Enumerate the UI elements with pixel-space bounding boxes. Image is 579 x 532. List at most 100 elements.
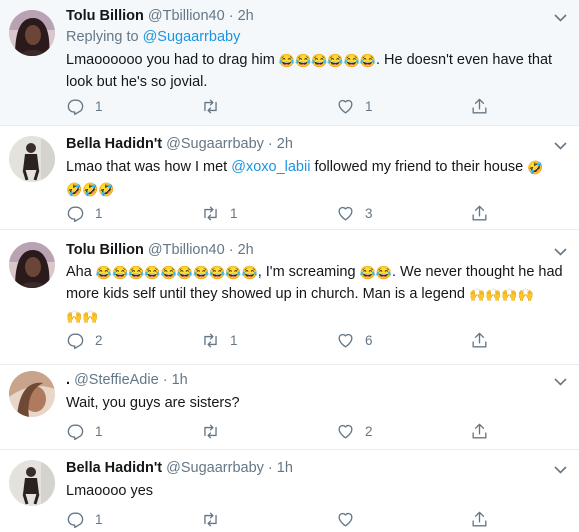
reply-button[interactable]: 1 xyxy=(66,96,103,116)
tweet-actions: 1 2 xyxy=(66,421,566,441)
avatar-tolu[interactable] xyxy=(9,10,55,56)
chevron-down-icon[interactable] xyxy=(554,378,567,386)
reply-icon xyxy=(67,205,84,222)
reply-count: 1 xyxy=(95,511,103,527)
reply-icon xyxy=(67,98,84,115)
reply-button[interactable]: 1 xyxy=(66,421,103,441)
emoji-raising-hands: 🙌🙌 xyxy=(66,309,99,324)
author-name[interactable]: Tolu Billion xyxy=(66,8,144,24)
share-button[interactable] xyxy=(470,203,489,223)
retweet-icon xyxy=(204,98,217,114)
like-button[interactable] xyxy=(336,509,365,529)
emoji-rofl: 🤣🤣🤣 xyxy=(66,182,115,197)
retweet-count: 1 xyxy=(230,205,238,221)
share-icon xyxy=(472,98,487,114)
avatar-bella[interactable] xyxy=(9,460,55,506)
share-icon xyxy=(472,423,487,439)
author-name[interactable]: Bella Hadidn't xyxy=(66,136,162,152)
chevron-down-icon[interactable] xyxy=(554,248,567,256)
reply-icon xyxy=(67,423,84,440)
avatar-bella[interactable] xyxy=(9,136,55,182)
tweet-2[interactable]: Bella Hadidn't @Sugaarrbaby · 2h Lmao th… xyxy=(0,126,579,230)
timestamp[interactable]: 1h xyxy=(172,372,188,388)
tweet-actions: 1 1 xyxy=(66,96,566,116)
like-button[interactable]: 6 xyxy=(336,330,373,350)
heart-icon xyxy=(338,333,353,348)
reply-count: 1 xyxy=(95,423,103,439)
mention-link[interactable]: @xoxo_labii xyxy=(231,159,310,175)
emoji-face-tears-of-joy: 😂😂😂😂😂😂😂😂😂😂 xyxy=(95,265,258,280)
like-count: 6 xyxy=(365,332,373,348)
share-button[interactable] xyxy=(470,330,489,350)
text-segment: Lmaoooooo you had to drag him xyxy=(66,52,275,68)
chevron-down-icon[interactable] xyxy=(554,466,567,474)
like-button[interactable]: 3 xyxy=(336,203,373,223)
author-name[interactable]: . xyxy=(66,372,70,388)
separator-dot: · xyxy=(228,8,234,24)
avatar-steffie[interactable] xyxy=(9,371,55,417)
author-handle[interactable]: @SteffieAdie xyxy=(74,372,159,388)
retweet-button[interactable]: 1 xyxy=(201,203,238,223)
author-handle[interactable]: @Sugaarrbaby xyxy=(166,136,264,152)
author-handle[interactable]: @Sugaarrbaby xyxy=(166,460,264,476)
text-segment: Lmao that was how I met xyxy=(66,159,228,175)
tweet-text: Lmaoooo yes xyxy=(66,480,571,502)
author-handle[interactable]: @Tbillion40 xyxy=(148,8,225,24)
retweet-icon xyxy=(204,205,217,221)
tweet-text: Aha 😂😂😂😂😂😂😂😂😂😂, I'm screaming 😂😂. We nev… xyxy=(66,261,571,327)
heart-icon xyxy=(338,99,353,114)
text-segment: , I'm screaming xyxy=(257,264,356,280)
chevron-down-icon[interactable] xyxy=(554,14,567,22)
heart-icon xyxy=(338,424,353,439)
retweet-icon xyxy=(204,332,217,348)
timestamp[interactable]: 2h xyxy=(277,136,293,152)
timestamp[interactable]: 2h xyxy=(238,242,254,258)
share-icon xyxy=(472,205,487,221)
tweet-1[interactable]: Tolu Billion @Tbillion40 · 2h Replying t… xyxy=(0,0,579,126)
share-button[interactable] xyxy=(470,509,489,529)
share-button[interactable] xyxy=(470,421,489,441)
separator-dot: · xyxy=(228,242,234,258)
tweet-3[interactable]: Tolu Billion @Tbillion40 · 2h Aha 😂😂😂😂😂😂… xyxy=(0,230,579,365)
chevron-down-icon[interactable] xyxy=(554,142,567,150)
author-handle[interactable]: @Tbillion40 xyxy=(148,242,225,258)
tweet-5[interactable]: Bella Hadidn't @Sugaarrbaby · 1h Lmaoooo… xyxy=(0,450,579,532)
tweet-text: Wait, you guys are sisters? xyxy=(66,392,571,414)
timestamp[interactable]: 2h xyxy=(238,8,254,24)
share-icon xyxy=(472,332,487,348)
retweet-button[interactable]: 1 xyxy=(201,330,238,350)
like-button[interactable]: 2 xyxy=(336,421,373,441)
reply-button[interactable]: 1 xyxy=(66,509,103,529)
text-segment: Aha xyxy=(66,264,92,280)
share-button[interactable] xyxy=(470,96,489,116)
retweet-button[interactable] xyxy=(201,509,230,529)
share-icon xyxy=(472,511,487,527)
heart-icon xyxy=(338,512,353,527)
author-name[interactable]: Bella Hadidn't xyxy=(66,460,162,476)
heart-icon xyxy=(338,206,353,221)
retweet-button[interactable] xyxy=(201,421,230,441)
reply-count: 1 xyxy=(95,98,103,114)
separator-dot: · xyxy=(162,372,168,388)
reply-icon xyxy=(67,511,84,528)
replying-to-handle[interactable]: @Sugaarrbaby xyxy=(143,29,241,45)
avatar-tolu[interactable] xyxy=(9,242,55,288)
reply-button[interactable]: 1 xyxy=(66,203,103,223)
author-name[interactable]: Tolu Billion xyxy=(66,242,144,258)
text-segment: followed my friend to their house xyxy=(314,159,524,175)
retweet-button[interactable] xyxy=(201,96,230,116)
like-button[interactable]: 1 xyxy=(336,96,373,116)
tweet-actions: 1 xyxy=(66,509,566,529)
text-segment: Wait, you guys are sisters? xyxy=(66,395,240,411)
retweet-count: 1 xyxy=(230,332,238,348)
timestamp[interactable]: 1h xyxy=(277,460,293,476)
tweet-4[interactable]: . @SteffieAdie · 1h Wait, you guys are s… xyxy=(0,365,579,450)
reply-button[interactable]: 2 xyxy=(66,330,103,350)
tweet-text: Lmao that was how I met @xoxo_labii foll… xyxy=(66,156,571,200)
like-count: 3 xyxy=(365,205,373,221)
separator-dot: · xyxy=(267,136,273,152)
tweet-actions: 2 1 6 xyxy=(66,330,566,350)
retweet-icon xyxy=(204,423,217,439)
tweet-actions: 1 1 3 xyxy=(66,203,566,223)
emoji-face-tears-of-joy: 😂😂😂😂😂😂 xyxy=(278,53,376,68)
